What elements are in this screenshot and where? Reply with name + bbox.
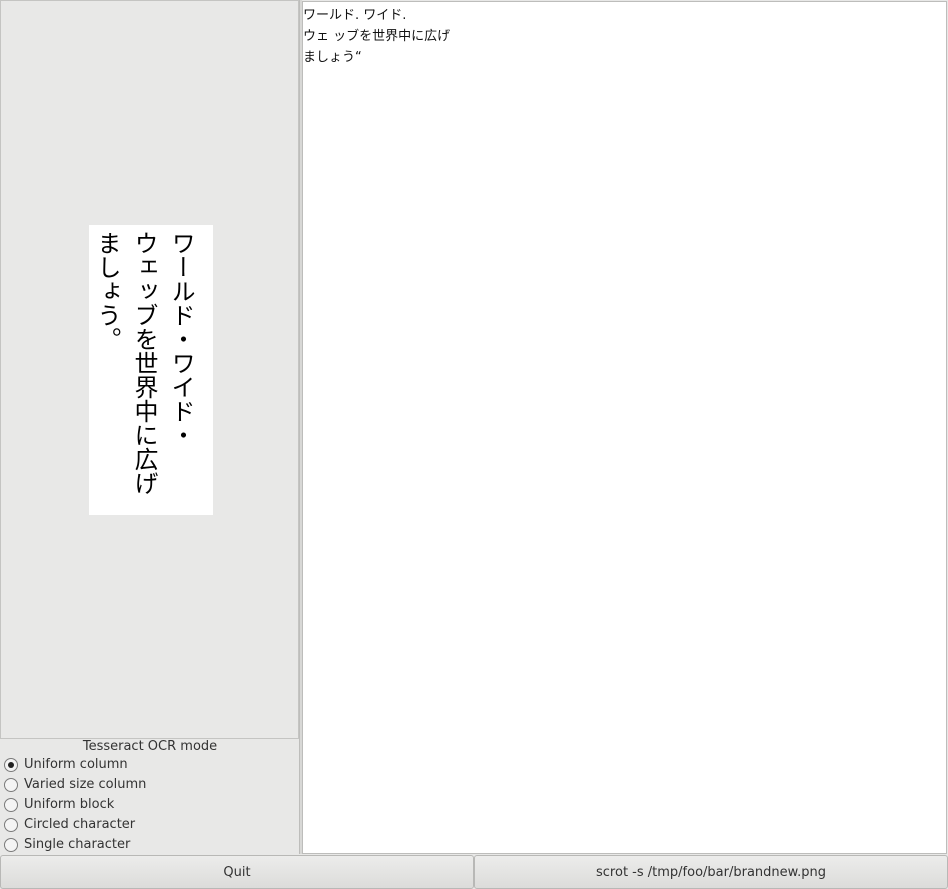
vertical-japanese-text: ワールド・ワイド・ ウェッブを世界中に広げ ましょう。 <box>89 231 199 495</box>
ocr-result-textarea[interactable]: ワールド. ワイド. ウェ ッブを世界中に広げ ましょう“ <box>302 1 947 854</box>
radio-label: Uniform column <box>24 757 128 772</box>
radio-label: Varied size column <box>24 777 147 792</box>
left-panel: ワールド・ワイド・ ウェッブを世界中に広げ ましょう。 Tesseract OCR … <box>0 0 301 854</box>
vertical-line-2: ウェッブを世界中に広げ <box>130 231 158 495</box>
result-line-2: ウェ ッブを世界中に広げ <box>303 29 451 44</box>
radio-uniform-column[interactable]: Uniform column <box>4 756 128 774</box>
ocr-mode-title: Tesseract OCR mode <box>82 739 218 754</box>
radio-circled-character[interactable]: Circled character <box>4 816 135 834</box>
radio-button[interactable] <box>4 778 18 792</box>
radio-single-character[interactable]: Single character <box>4 836 130 854</box>
radio-button[interactable] <box>4 838 18 852</box>
source-image: ワールド・ワイド・ ウェッブを世界中に広げ ましょう。 <box>89 225 213 515</box>
result-line-3: ましょう“ <box>303 50 362 65</box>
quit-button[interactable]: Quit <box>0 855 474 889</box>
radio-label: Uniform block <box>24 797 115 812</box>
radio-button[interactable] <box>4 818 18 832</box>
image-preview-area: ワールド・ワイド・ ウェッブを世界中に広げ ましょう。 <box>0 0 299 739</box>
radio-uniform-block[interactable]: Uniform block <box>4 796 114 814</box>
radio-label: Single character <box>24 837 131 852</box>
radio-label: Circled character <box>24 817 136 832</box>
vertical-line-1: ワールド・ワイド・ <box>167 231 195 447</box>
radio-varied-size-column[interactable]: Varied size column <box>4 776 146 794</box>
radio-button[interactable] <box>4 798 18 812</box>
scrot-capture-button[interactable]: scrot -s /tmp/foo/bar/brandnew.png <box>474 855 948 889</box>
ocr-mode-group: Tesseract OCR mode Uniform column Varied… <box>0 740 300 854</box>
vertical-line-3: ましょう。 <box>93 231 121 351</box>
radio-button-checked[interactable] <box>4 758 18 772</box>
result-line-1: ワールド. ワイド. <box>303 8 407 23</box>
